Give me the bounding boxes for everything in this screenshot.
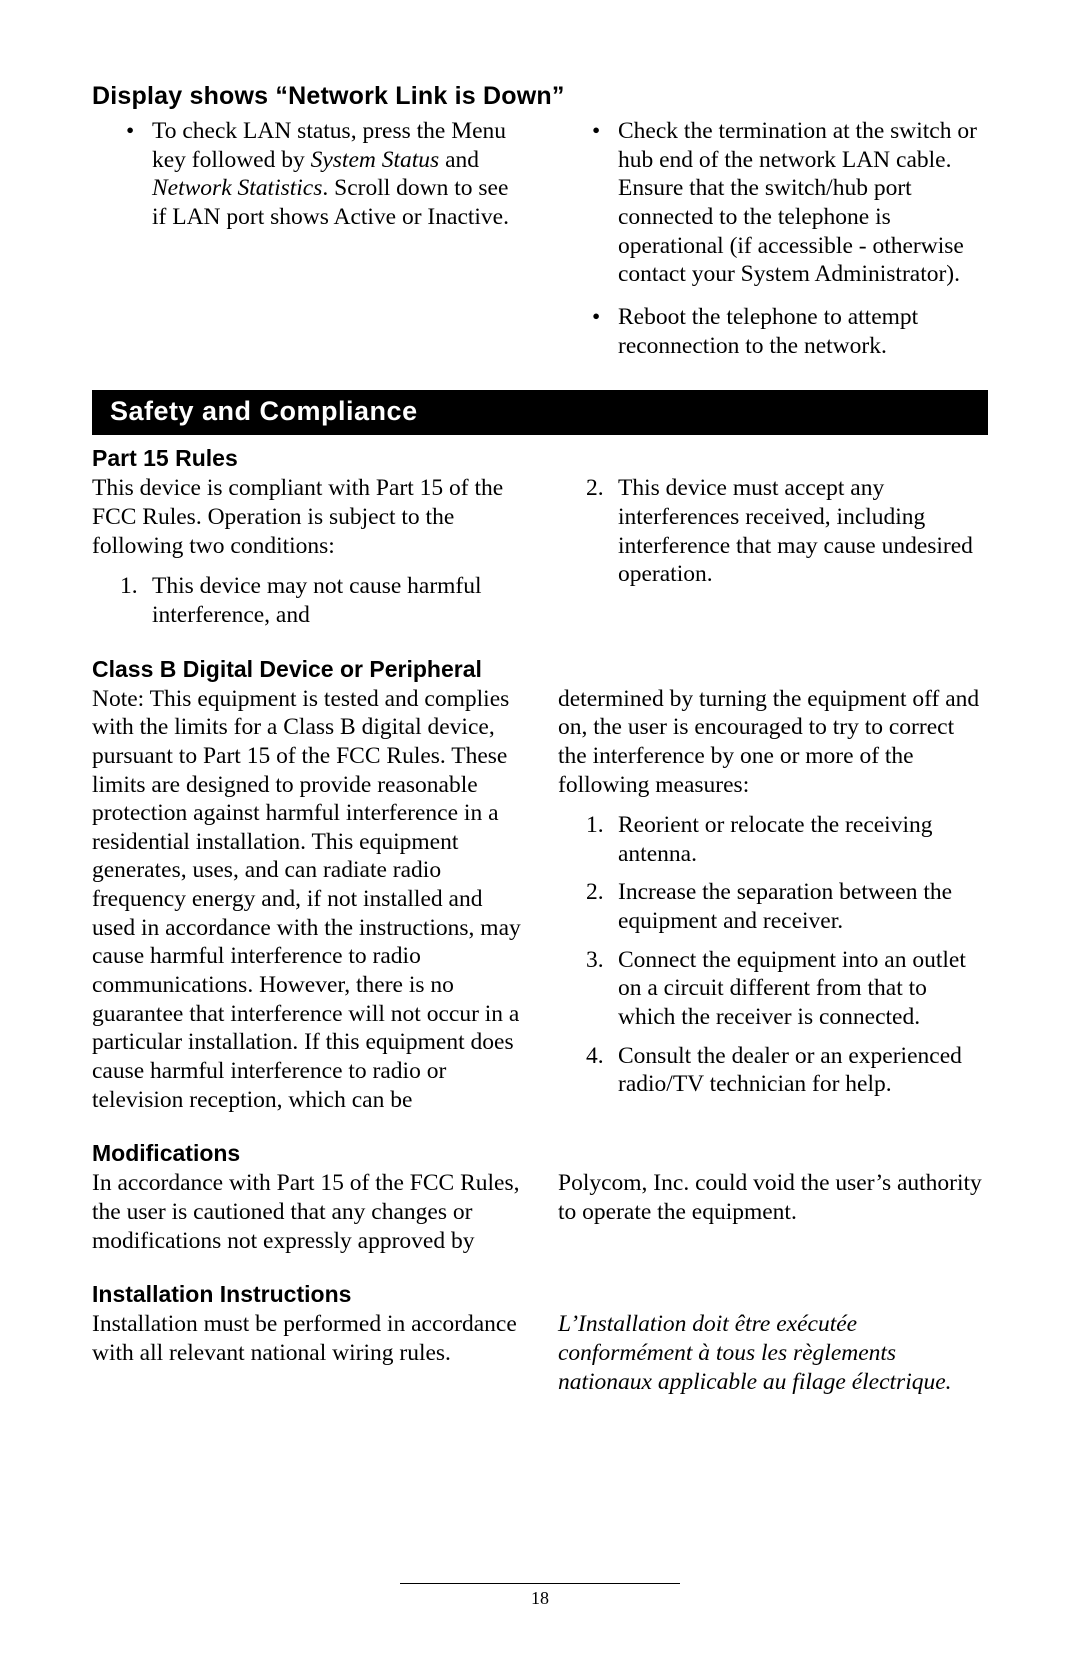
footer-divider — [400, 1583, 680, 1584]
body-paragraph-fr: L’Installation doit être exécutée confor… — [558, 1310, 988, 1396]
list-item: This device must accept any interference… — [558, 474, 988, 589]
numbered-list: Reorient or relocate the receiving anten… — [558, 811, 988, 1099]
two-column-body: Note: This equipment is tested and compl… — [92, 685, 988, 1115]
text-run-italic: System Status — [311, 147, 440, 173]
list-item: Reorient or relocate the receiving anten… — [558, 811, 988, 868]
section-part-15-rules: Part 15 Rules This device is compliant w… — [92, 445, 988, 629]
two-column-body: This device is compliant with Part 15 of… — [92, 474, 988, 629]
body-paragraph: In accordance with Part 15 of the FCC Ru… — [92, 1169, 988, 1255]
text-run-italic: Network Statistics — [152, 175, 322, 201]
subheading-modifications: Modifications — [92, 1140, 988, 1167]
subheading-installation: Installation Instructions — [92, 1281, 988, 1308]
section-modifications: Modifications In accordance with Part 15… — [92, 1140, 988, 1255]
section-installation: Installation Instructions Installation m… — [92, 1281, 988, 1396]
section-network-link-down: Display shows “Network Link is Down” To … — [92, 82, 988, 360]
list-item: This device may not cause harmful interf… — [92, 572, 522, 629]
bullet-list: To check LAN status, press the Menu key … — [92, 117, 988, 360]
two-column-body: Installation must be performed in accord… — [92, 1310, 988, 1396]
list-item: Consult the dealer or an experienced rad… — [558, 1042, 988, 1099]
list-item: Check the termination at the switch or h… — [558, 117, 988, 289]
text-run: and — [439, 147, 479, 173]
list-item: To check LAN status, press the Menu key … — [92, 117, 522, 232]
page-number: 18 — [0, 1588, 1080, 1609]
subheading-class-b: Class B Digital Device or Peripheral — [92, 656, 988, 683]
document-page: Display shows “Network Link is Down” To … — [0, 0, 1080, 1669]
list-item: Increase the separation between the equi… — [558, 878, 988, 935]
section-class-b: Class B Digital Device or Peripheral Not… — [92, 656, 988, 1115]
subheading-part-15: Part 15 Rules — [92, 445, 988, 472]
heading-network-link-down: Display shows “Network Link is Down” — [92, 82, 988, 111]
list-item: Reboot the telephone to attempt reconnec… — [558, 303, 988, 360]
list-item: Connect the equipment into an outlet on … — [558, 946, 988, 1032]
intro-text: This device is compliant with Part 15 of… — [92, 475, 503, 558]
page-footer: 18 — [0, 1583, 1080, 1609]
heading-safety-compliance: Safety and Compliance — [92, 390, 988, 435]
body-paragraph-en: Installation must be performed in accord… — [92, 1310, 522, 1367]
